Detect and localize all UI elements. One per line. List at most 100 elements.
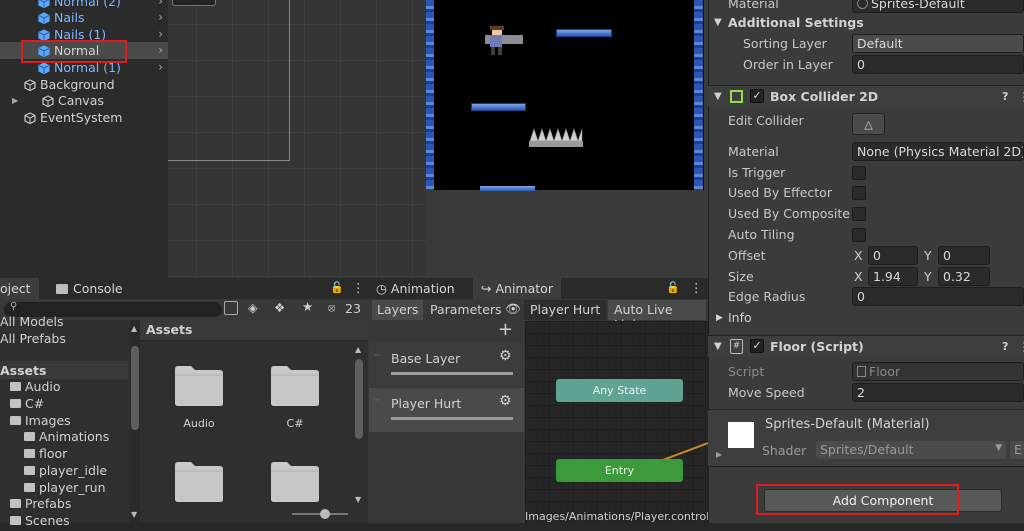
layer-item-base[interactable]: ─ Base Layer ⚙ [369, 343, 524, 387]
help-icon[interactable]: ? [1002, 90, 1008, 103]
settings-icon[interactable]: ⋮ [1018, 339, 1024, 354]
grid-scroll-down-icon[interactable]: ▼ [355, 495, 361, 504]
breadcrumb[interactable]: Player Hurt [524, 300, 607, 320]
gear-icon[interactable]: ⚙ [499, 348, 512, 364]
sorting-layer-dropdown[interactable]: Default [852, 34, 1024, 53]
foldout-arrow-icon[interactable]: ▼ [714, 17, 722, 28]
add-layer-icon[interactable]: + [498, 319, 513, 340]
edge-radius-input[interactable]: 0 [852, 287, 1024, 306]
foldout-arrow-icon[interactable]: ▶ [716, 313, 723, 323]
hierarchy-item[interactable]: EventSystem [0, 109, 168, 126]
tab-animation[interactable]: ◷ Animation [368, 278, 463, 299]
enable-checkbox[interactable]: ✓ [750, 89, 764, 103]
order-input[interactable]: 0 [852, 55, 1024, 74]
layer-item-player-hurt[interactable]: ─ Player Hurt ⚙ [369, 388, 524, 432]
tab-animator[interactable]: ↪ Animator [473, 278, 561, 299]
edit-collider-button[interactable]: △ [852, 113, 885, 135]
asset-folder[interactable] [270, 461, 320, 531]
tree-scroll-down-icon[interactable]: ▼ [131, 510, 137, 519]
asset-folder[interactable]: Audio [174, 365, 224, 435]
zoom-slider-thumb[interactable] [320, 509, 330, 519]
open-prefab-chevron-icon[interactable]: › [158, 60, 163, 74]
open-prefab-chevron-icon[interactable]: › [158, 0, 163, 8]
offset-y-label[interactable]: Y [924, 248, 932, 263]
size-x-input[interactable]: 1.94 [868, 267, 918, 286]
offset-x-label[interactable]: X [854, 248, 863, 263]
move-speed-input[interactable]: 2 [852, 383, 1024, 402]
expand-arrow-icon[interactable]: ▶ [12, 96, 18, 105]
collider-material-field[interactable]: None (Physics Material 2D) [852, 142, 1024, 161]
more-menu-icon[interactable]: ⋮ [352, 280, 365, 295]
tree-scrollbar[interactable]: ▲ ▼ [130, 320, 140, 523]
foldout-arrow-icon[interactable]: ▼ [714, 91, 722, 102]
project-tree-item[interactable]: Images [0, 412, 128, 429]
tab-console[interactable]: Console [48, 278, 131, 299]
open-prefab-chevron-icon[interactable]: › [158, 10, 163, 24]
hierarchy-item[interactable]: Nails › [0, 9, 168, 26]
animator-graph[interactable] [525, 321, 708, 523]
project-tree-item[interactable]: C# [0, 395, 128, 412]
project-tree-item[interactable]: Audio [0, 378, 128, 395]
lock-icon[interactable]: 🔓 [330, 281, 344, 294]
search-options-icon[interactable] [224, 301, 238, 315]
scene-gizmo[interactable] [172, 0, 216, 6]
project-tree-item[interactable]: All Prefabs [0, 330, 128, 347]
offset-y-input[interactable]: 0 [938, 246, 990, 265]
is-trigger-checkbox[interactable] [852, 165, 866, 180]
project-tree-item[interactable]: All Models [0, 313, 128, 330]
filter-by-type-icon[interactable]: ◈ [248, 300, 258, 315]
tab-project[interactable]: oject [0, 278, 39, 299]
shader-edit-button[interactable]: E [1010, 441, 1024, 459]
settings-icon[interactable]: ⋮ [1018, 89, 1024, 104]
floor-script-header[interactable]: ▼ # ✓ Floor (Script) ? ⋮ [708, 335, 1024, 357]
project-tree-item[interactable]: Scenes [0, 512, 128, 529]
shader-dropdown[interactable]: Sprites/Default ▼ [816, 441, 1006, 459]
tree-scroll-thumb[interactable] [131, 346, 139, 430]
offset-x-input[interactable]: 0 [868, 246, 918, 265]
size-x-label[interactable]: X [854, 269, 863, 284]
grid-scroll-up-icon[interactable]: ▲ [355, 345, 361, 354]
layers-tab[interactable]: Layers [372, 300, 424, 320]
foldout-arrow-icon[interactable]: ▼ [714, 341, 722, 352]
foldout-arrow-icon[interactable]: ▶ [716, 450, 722, 459]
asset-folder[interactable]: C# [270, 365, 320, 435]
box-collider-header[interactable]: ▼ ✓ Box Collider 2D ? ⋮ [708, 85, 1024, 107]
layer-weight-bar[interactable] [391, 372, 513, 375]
help-icon[interactable]: ? [1002, 340, 1008, 353]
size-y-label[interactable]: Y [924, 269, 932, 284]
more-menu-icon[interactable]: ⋮ [690, 280, 703, 295]
enable-checkbox[interactable]: ✓ [750, 339, 764, 353]
additional-settings-header[interactable]: ▼ Additional Settings [708, 12, 1024, 33]
grid-scroll-thumb[interactable] [355, 359, 363, 439]
auto-live-link-button[interactable]: Auto Live Link [608, 300, 706, 332]
project-tree-item[interactable]: player_run [0, 479, 128, 496]
project-tree-item[interactable]: Prefabs [0, 495, 128, 512]
drag-handle-icon[interactable]: ─ [374, 396, 379, 406]
auto-tiling-checkbox[interactable] [852, 227, 866, 242]
tree-scroll-up-icon[interactable]: ▲ [131, 324, 137, 333]
open-prefab-chevron-icon[interactable]: › [158, 27, 163, 41]
project-tree-item[interactable]: player_idle [0, 462, 128, 479]
hidden-packages-icon[interactable]: ⦻ [328, 301, 335, 315]
hierarchy-item[interactable]: Background [0, 76, 168, 93]
size-y-input[interactable]: 0.32 [938, 267, 990, 286]
zoom-slider[interactable] [292, 509, 348, 519]
any-state-node[interactable]: Any State [556, 379, 683, 402]
eye-icon[interactable]: 👁 [505, 301, 521, 317]
layer-weight-bar[interactable] [391, 417, 513, 420]
gear-icon[interactable]: ⚙ [499, 393, 512, 409]
project-tree-item[interactable]: floor [0, 445, 128, 462]
favorites-star-icon[interactable]: ★ [302, 299, 313, 314]
lock-icon[interactable]: 🔓 [666, 281, 680, 294]
grid-scrollbar[interactable]: ▲ ▼ [354, 345, 364, 523]
project-tree-item[interactable]: Animations [0, 428, 128, 445]
entry-node[interactable]: Entry [556, 459, 683, 482]
used-by-composite-checkbox[interactable] [852, 206, 866, 221]
hierarchy-item[interactable]: ▶ Canvas [0, 92, 168, 109]
open-prefab-chevron-icon[interactable]: › [158, 43, 163, 57]
parameters-tab[interactable]: Parameters [425, 300, 507, 320]
filter-by-label-icon[interactable]: ❖ [274, 300, 285, 315]
drag-handle-icon[interactable]: ─ [374, 351, 379, 361]
project-tree-item[interactable]: Assets [0, 361, 128, 379]
info-foldout[interactable]: ▶ Info [708, 307, 1024, 328]
